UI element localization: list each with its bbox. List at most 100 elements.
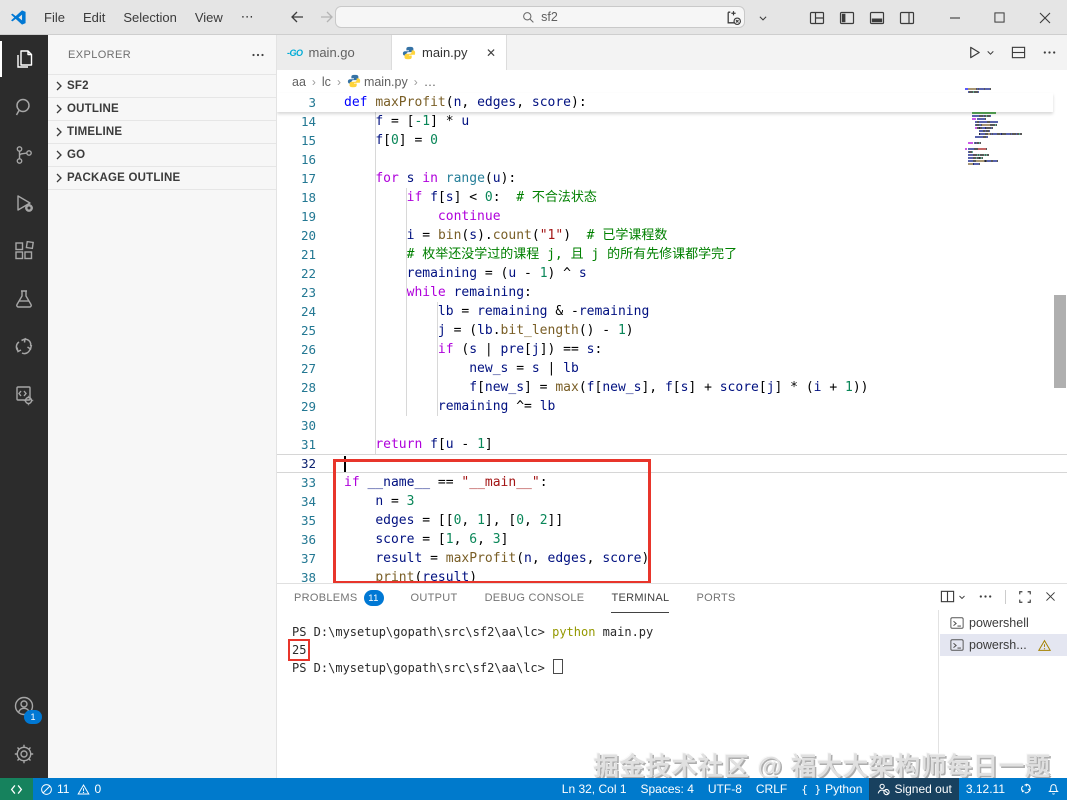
toggle-secondary-sidebar-icon[interactable] bbox=[892, 0, 922, 35]
remote-indicator[interactable] bbox=[0, 778, 33, 800]
editor-scrollbar[interactable] bbox=[1054, 295, 1066, 388]
menu-more[interactable]: ⋯ bbox=[232, 9, 263, 25]
sidebar-item-extensions[interactable] bbox=[0, 227, 48, 275]
terminal-instance[interactable]: powersh... bbox=[940, 634, 1067, 656]
code-line[interactable]: 15 f[0] = 0 bbox=[277, 131, 1067, 150]
status-encoding[interactable]: UTF-8 bbox=[701, 778, 749, 800]
code-line[interactable]: 31 return f[u - 1] bbox=[277, 435, 1067, 454]
status-indentation[interactable]: Spaces: 4 bbox=[634, 778, 701, 800]
code-line[interactable]: 27 new_s = s | lb bbox=[277, 359, 1067, 378]
code-text: f[0] = 0 bbox=[375, 133, 438, 148]
status-python-version[interactable]: 3.12.11 bbox=[959, 778, 1012, 800]
panel-more-actions-icon[interactable] bbox=[978, 589, 993, 604]
code-line[interactable]: 28 f[new_s] = max(f[new_s], f[s] + score… bbox=[277, 378, 1067, 397]
toggle-panel-icon[interactable] bbox=[862, 0, 892, 35]
views-and-more-actions-icon[interactable] bbox=[250, 47, 266, 63]
menu-selection[interactable]: Selection bbox=[114, 10, 185, 25]
problems-status[interactable]: 11 0 bbox=[33, 778, 108, 800]
sidebar-item-search[interactable] bbox=[0, 83, 48, 131]
status-cursor-position[interactable]: Ln 32, Col 1 bbox=[555, 778, 634, 800]
status-accounts-signed-out[interactable]: Signed out bbox=[869, 778, 959, 800]
status-eol[interactable]: CRLF bbox=[749, 778, 794, 800]
breadcrumb[interactable]: aa › lc › main.py ›… bbox=[277, 70, 1067, 93]
close-tab-icon[interactable]: ✕ bbox=[486, 46, 496, 60]
menu-file[interactable]: File bbox=[35, 10, 74, 25]
maximize-button[interactable] bbox=[977, 0, 1022, 35]
section-go[interactable]: GO bbox=[48, 143, 276, 166]
code-line[interactable]: 21 # 枚举还没学过的课程 j, 且 j 的所有先修课都学完了 bbox=[277, 245, 1067, 264]
accounts-button[interactable]: 1 bbox=[0, 682, 48, 730]
panel-tab-output[interactable]: OUTPUT bbox=[411, 584, 458, 613]
section-timeline[interactable]: TIMELINE bbox=[48, 120, 276, 143]
code-line[interactable]: 20 i = bin(s).count("1") # 已学课程数 bbox=[277, 226, 1067, 245]
status-bar: 11 0 Ln 32, Col 1 Spaces: 4 UTF-8 CRLF { } Py… bbox=[0, 778, 1067, 800]
code-line[interactable]: 16 bbox=[277, 150, 1067, 169]
close-panel-icon[interactable] bbox=[1044, 590, 1057, 603]
panel-tab-debug-console[interactable]: DEBUG CONSOLE bbox=[485, 584, 585, 613]
line-number: 16 bbox=[300, 152, 316, 167]
code-line[interactable]: 17 for s in range(u): bbox=[277, 169, 1067, 188]
status-language-mode[interactable]: { } Python bbox=[794, 778, 869, 800]
customize-layout-icon[interactable] bbox=[802, 0, 832, 35]
maximize-panel-icon[interactable] bbox=[1018, 590, 1032, 604]
minimize-button[interactable] bbox=[932, 0, 977, 35]
breadcrumb-item[interactable]: … bbox=[424, 75, 437, 89]
minimap-line bbox=[965, 157, 1049, 159]
breadcrumb-item[interactable]: main.py bbox=[347, 74, 408, 89]
minimap-line bbox=[965, 154, 1049, 156]
forward-arrow-icon[interactable] bbox=[319, 9, 335, 25]
terminal-output[interactable]: PS D:\mysetup\gopath\src\sf2\aa\lc> pyth… bbox=[287, 623, 927, 677]
code-line[interactable]: 25 j = (lb.bit_length() - 1) bbox=[277, 321, 1067, 340]
status-notifications[interactable] bbox=[1040, 778, 1067, 800]
sidebar-item-go[interactable] bbox=[0, 323, 48, 371]
code-line[interactable]: 30 bbox=[277, 416, 1067, 435]
panel-tab-ports[interactable]: PORTS bbox=[696, 584, 735, 613]
code-line[interactable]: 23 while remaining: bbox=[277, 283, 1067, 302]
code-line[interactable]: 19 continue bbox=[277, 207, 1067, 226]
command-center-search[interactable]: sf2 bbox=[335, 6, 745, 28]
more-actions-icon[interactable] bbox=[1042, 45, 1057, 60]
chevron-down-icon[interactable] bbox=[748, 0, 778, 35]
section-outline[interactable]: OUTLINE bbox=[48, 97, 276, 120]
sticky-scroll-line[interactable]: 3 def maxProfit(n, edges, score): bbox=[277, 93, 1053, 112]
sidebar-item-run-and-debug[interactable] bbox=[0, 179, 48, 227]
line-number: 30 bbox=[300, 418, 316, 433]
sidebar-item-testing[interactable] bbox=[0, 275, 48, 323]
terminal-sash[interactable] bbox=[938, 610, 939, 768]
tab-main.go[interactable]: -GO main.go bbox=[277, 35, 392, 70]
breadcrumb-item[interactable]: aa bbox=[292, 75, 306, 89]
section-package-outline[interactable]: PACKAGE OUTLINE bbox=[48, 166, 276, 190]
back-arrow-icon[interactable] bbox=[289, 9, 305, 25]
sidebar-item-source-control[interactable] bbox=[0, 131, 48, 179]
panel-tab-terminal[interactable]: TERMINAL bbox=[611, 584, 670, 613]
sidebar-item-explorer[interactable] bbox=[0, 35, 48, 83]
code-line[interactable]: 22 remaining = (u - 1) ^ s bbox=[277, 264, 1067, 283]
vscode-logo-icon bbox=[10, 9, 27, 26]
sidebar-item-run-settings[interactable] bbox=[0, 371, 48, 419]
section-label: GO bbox=[67, 149, 86, 161]
code-text: continue bbox=[437, 209, 501, 224]
code-line[interactable]: 18 if f[s] < 0: # 不合法状态 bbox=[277, 188, 1067, 207]
panel-tab-label: OUTPUT bbox=[410, 592, 458, 604]
menu-view[interactable]: View bbox=[186, 10, 232, 25]
toggle-primary-sidebar-icon[interactable] bbox=[832, 0, 862, 35]
panel-tab-problems[interactable]: PROBLEMS 11 bbox=[294, 584, 384, 613]
code-line[interactable]: 26 if (s | pre[j]) == s: bbox=[277, 340, 1067, 359]
breadcrumb-item[interactable]: lc bbox=[322, 75, 331, 89]
menu-edit[interactable]: Edit bbox=[74, 10, 114, 25]
brackets-icon: { } bbox=[801, 783, 822, 796]
code-line[interactable]: 14 f = [-1] * u bbox=[277, 112, 1067, 131]
code-line[interactable]: 29 remaining ^= lb bbox=[277, 397, 1067, 416]
run-python-file-button[interactable] bbox=[967, 45, 995, 60]
section-sf2[interactable]: SF2 bbox=[48, 74, 276, 97]
tab-main.py[interactable]: main.py ✕ bbox=[392, 35, 507, 70]
launch-profile-icon[interactable] bbox=[718, 0, 748, 35]
sticky-code-line[interactable]: 3 def maxProfit(n, edges, score): bbox=[277, 93, 1053, 112]
terminal-instance[interactable]: powershell bbox=[940, 612, 1067, 634]
code-line[interactable]: 24 lb = remaining & -remaining bbox=[277, 302, 1067, 321]
split-editor-button[interactable] bbox=[1011, 45, 1026, 60]
settings-button[interactable] bbox=[0, 730, 48, 778]
status-python-environments[interactable] bbox=[1012, 778, 1040, 800]
close-window-button[interactable] bbox=[1022, 0, 1067, 35]
split-terminal-button[interactable] bbox=[940, 589, 966, 604]
